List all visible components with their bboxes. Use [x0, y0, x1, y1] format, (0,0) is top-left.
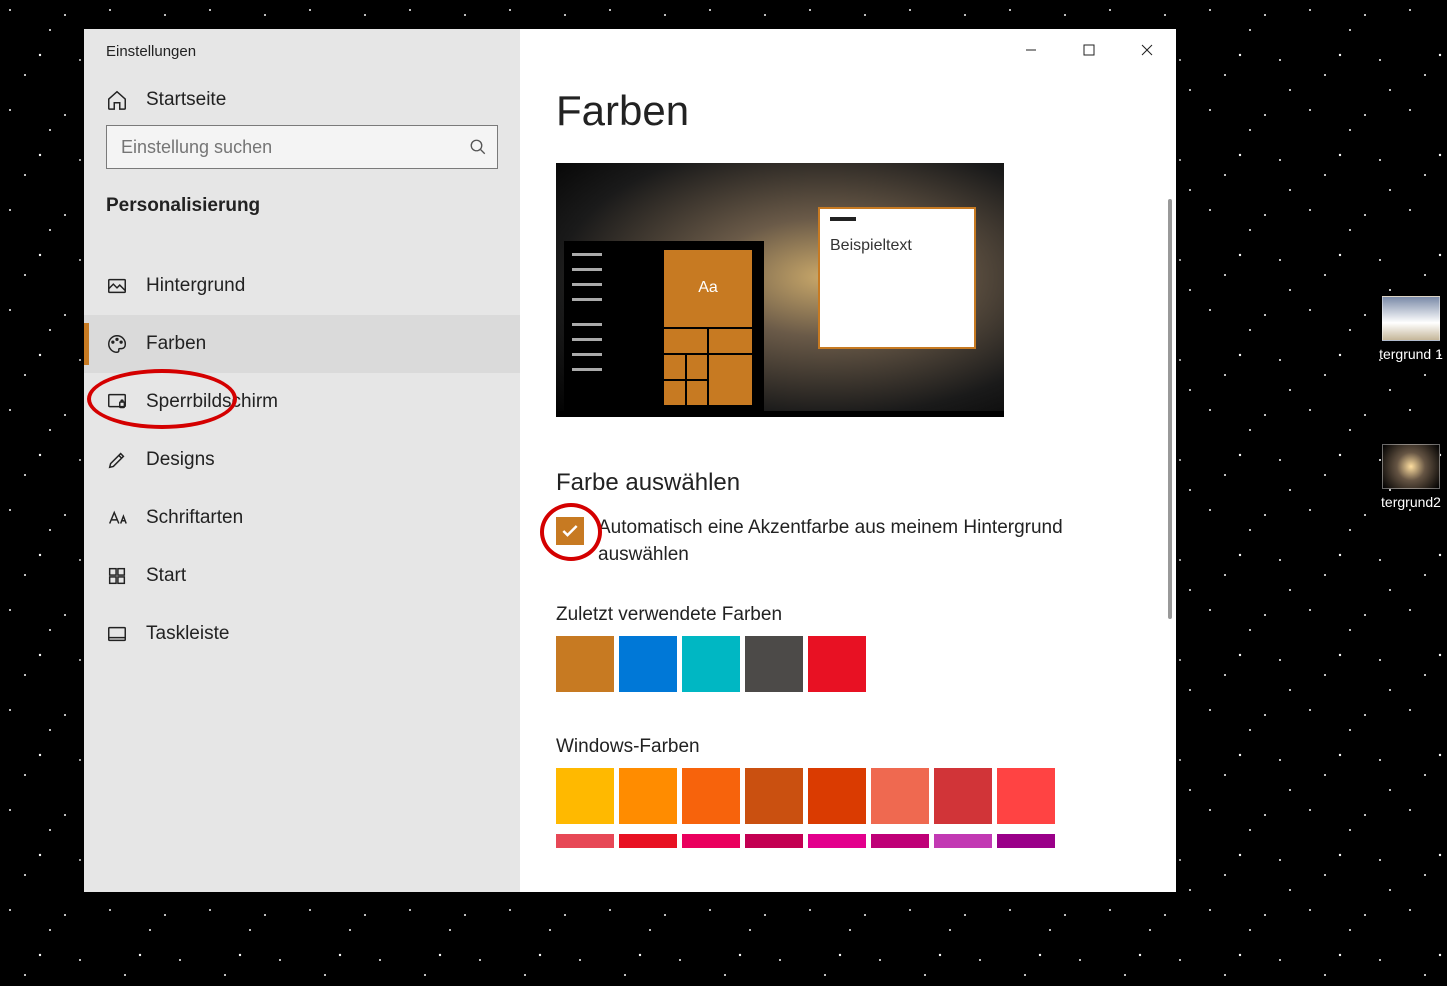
color-swatch[interactable] — [997, 768, 1055, 824]
color-swatch[interactable] — [619, 768, 677, 824]
content-area: Farben Aa Beispieltext Farbe — [520, 29, 1176, 892]
desktop-file-1[interactable]: tergrund 1 — [1370, 296, 1447, 362]
search-field[interactable] — [121, 137, 469, 158]
color-swatch[interactable] — [556, 636, 614, 692]
sidebar-item-designs[interactable]: Designs — [84, 431, 520, 489]
lockscreen-icon — [106, 391, 128, 413]
page-title: Farben — [556, 87, 1146, 135]
color-swatch[interactable] — [808, 834, 866, 848]
window-title-text: Einstellungen — [106, 43, 196, 60]
color-swatch[interactable] — [934, 834, 992, 848]
category-label: Personalisierung — [84, 169, 520, 229]
recent-colors — [556, 636, 1066, 692]
sidebar-item-colors[interactable]: Farben — [84, 315, 520, 373]
auto-accent-label: Automatisch eine Akzentfarbe aus meinem … — [598, 515, 1116, 568]
color-swatch[interactable] — [934, 768, 992, 824]
preview-tiles: Aa — [664, 250, 752, 405]
sidebar-item-start[interactable]: Start — [84, 547, 520, 605]
desktop-file-label: tergrund2 — [1381, 494, 1441, 510]
recent-colors-label: Zuletzt verwendete Farben — [556, 604, 1146, 626]
sidebar-item-label: Taskleiste — [146, 623, 229, 645]
color-swatch[interactable] — [619, 834, 677, 848]
desktop-file-label: tergrund 1 — [1379, 346, 1443, 362]
window-title: Einstellungen — [84, 29, 520, 73]
image-thumb-icon — [1382, 444, 1440, 489]
sidebar-item-taskbar[interactable]: Taskleiste — [84, 605, 520, 663]
color-swatch[interactable] — [997, 834, 1055, 848]
sidebar-item-label: Sperrbildschirm — [146, 391, 278, 413]
preview-tile-aa: Aa — [664, 250, 752, 327]
sidebar-item-label: Start — [146, 565, 186, 587]
home-link[interactable]: Startseite — [84, 73, 520, 125]
palette-icon — [106, 333, 128, 355]
search-input[interactable] — [106, 125, 498, 169]
sidebar-item-label: Hintergrund — [146, 275, 245, 297]
color-swatch[interactable] — [556, 834, 614, 848]
pick-color-heading: Farbe auswählen — [556, 469, 1146, 497]
windows-colors-label: Windows-Farben — [556, 736, 1146, 758]
color-swatch[interactable] — [556, 768, 614, 824]
preview-app-window: Beispieltext — [818, 207, 976, 349]
sidebar-item-fonts[interactable]: Schriftarten — [84, 489, 520, 547]
preview-sample-text: Beispieltext — [830, 237, 964, 255]
grid-icon — [106, 565, 128, 587]
brush-icon — [106, 449, 128, 471]
taskbar-icon — [106, 623, 128, 645]
sidebar-item-background[interactable]: Hintergrund — [84, 257, 520, 315]
image-thumb-icon — [1382, 296, 1440, 341]
settings-window: Einstellungen Startseite Personalisierun… — [84, 29, 1176, 892]
nav-list: Hintergrund Farben Sperrbildschirm Desig… — [84, 257, 520, 663]
search-icon — [469, 138, 487, 156]
color-swatch[interactable] — [619, 636, 677, 692]
home-label: Startseite — [146, 89, 226, 111]
color-swatch[interactable] — [871, 834, 929, 848]
color-swatch[interactable] — [745, 636, 803, 692]
color-swatch[interactable] — [745, 768, 803, 824]
sidebar-item-label: Designs — [146, 449, 215, 471]
image-icon — [106, 275, 128, 297]
color-preview: Aa Beispieltext — [556, 163, 1004, 417]
auto-accent-row: Automatisch eine Akzentfarbe aus meinem … — [556, 515, 1116, 568]
preview-taskbar — [556, 411, 1004, 417]
color-swatch[interactable] — [871, 768, 929, 824]
windows-colors — [556, 768, 1066, 848]
sidebar-item-label: Farben — [146, 333, 206, 355]
color-swatch[interactable] — [682, 834, 740, 848]
scrollbar[interactable] — [1168, 199, 1172, 619]
color-swatch[interactable] — [682, 636, 740, 692]
color-swatch[interactable] — [808, 768, 866, 824]
font-icon — [106, 507, 128, 529]
home-icon — [106, 89, 128, 111]
auto-accent-checkbox[interactable] — [556, 517, 584, 545]
color-swatch[interactable] — [682, 768, 740, 824]
sidebar-item-lockscreen[interactable]: Sperrbildschirm — [84, 373, 520, 431]
desktop-file-2[interactable]: tergrund2 — [1370, 444, 1447, 510]
color-swatch[interactable] — [808, 636, 866, 692]
sidebar: Einstellungen Startseite Personalisierun… — [84, 29, 520, 892]
sidebar-item-label: Schriftarten — [146, 507, 243, 529]
color-swatch[interactable] — [745, 834, 803, 848]
